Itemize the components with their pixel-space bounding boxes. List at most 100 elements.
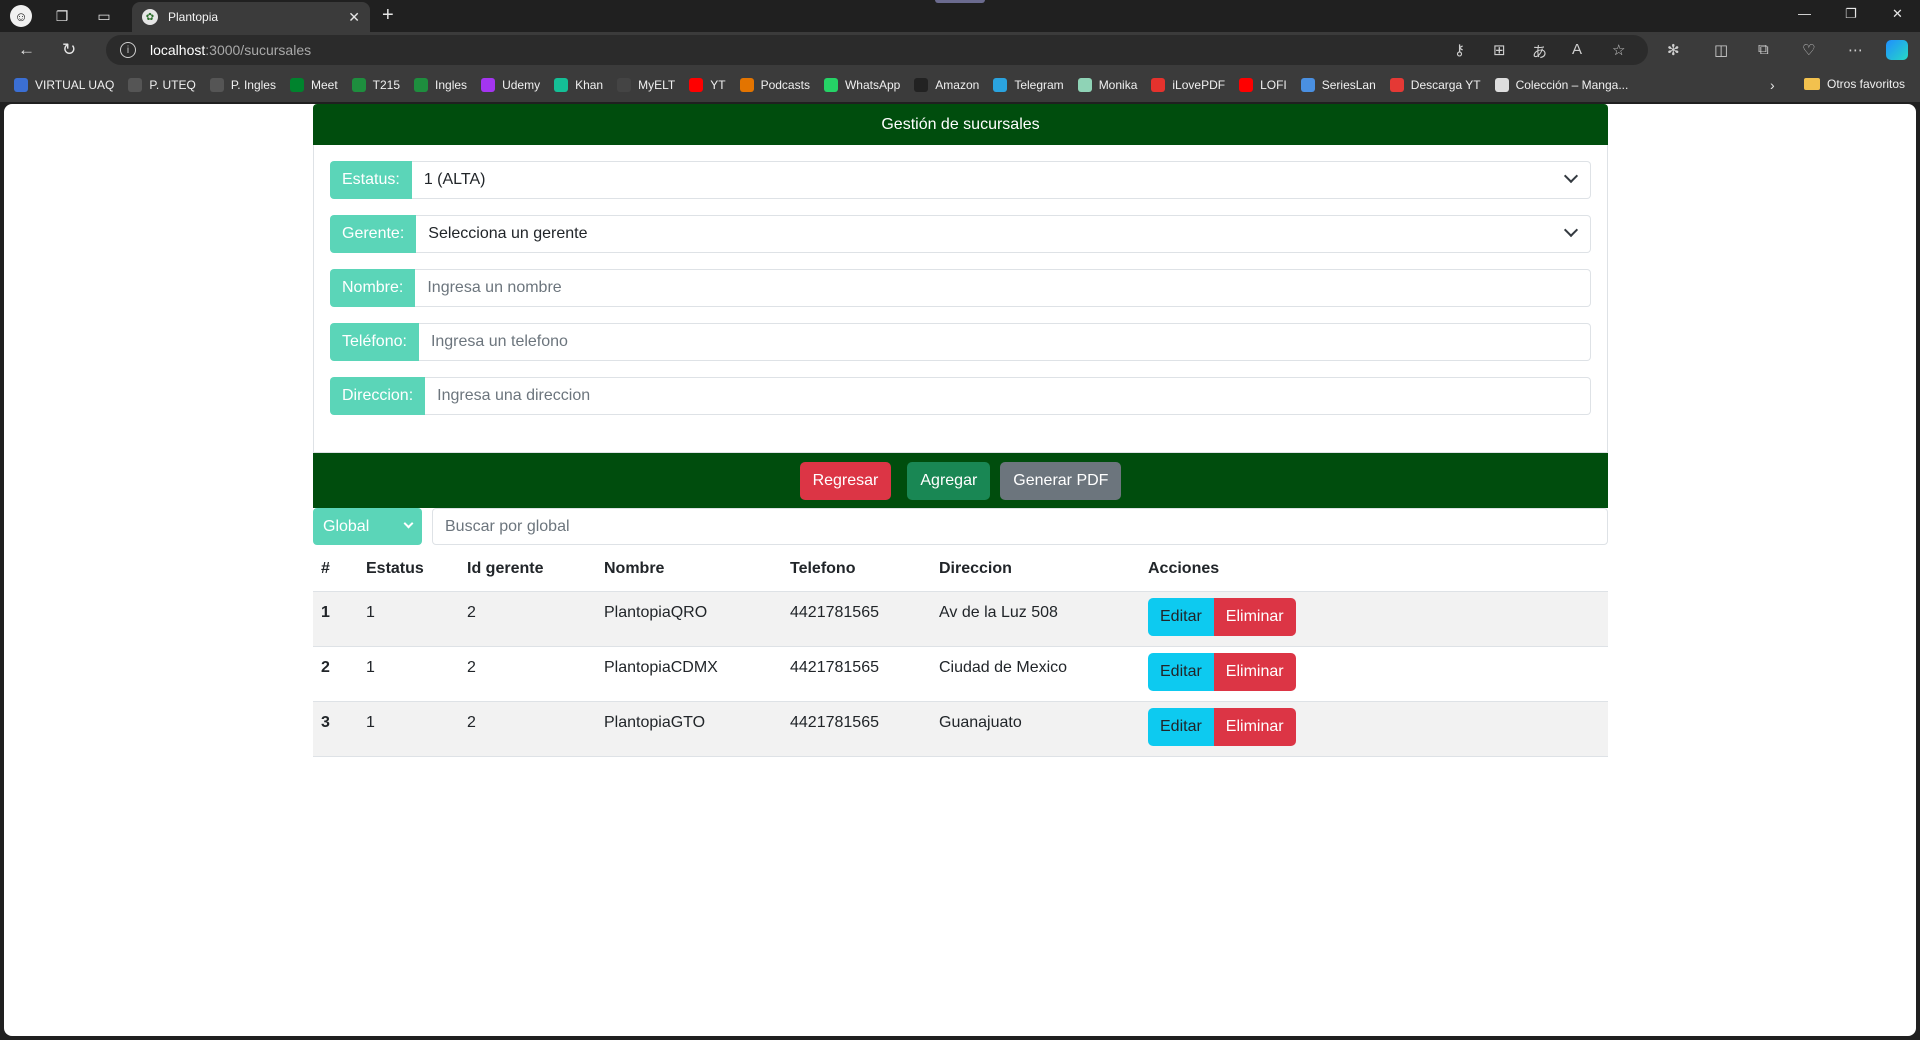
other-favorites-label: Otros favoritos [1827, 77, 1906, 91]
row-actions: Editar Eliminar [1140, 591, 1608, 647]
manager-select[interactable]: Selecciona un gerente [416, 215, 1591, 253]
add-button[interactable]: Agregar [907, 461, 991, 500]
site-info-icon[interactable]: i [120, 42, 136, 58]
back-icon[interactable]: ← [18, 40, 35, 60]
workspaces-icon[interactable]: ❐ [52, 6, 72, 26]
bookmark-item[interactable]: Descarga YT [1389, 78, 1481, 92]
restore-icon[interactable]: ❐ [1845, 6, 1857, 22]
extensions-icon[interactable]: ✻ [1667, 41, 1680, 59]
bookmark-item[interactable]: MyELT [617, 78, 675, 92]
bookmark-item[interactable]: Ingles [414, 78, 467, 92]
bookmark-label: Amazon [935, 78, 980, 92]
bookmark-item[interactable]: YT [689, 78, 726, 92]
bookmark-item[interactable]: Monika [1077, 78, 1138, 92]
bookmark-item[interactable]: Podcasts [739, 78, 810, 92]
row-action-group: Editar Eliminar [1148, 597, 1600, 636]
bookmark-label: Ingles [435, 78, 468, 92]
bookmark-item[interactable]: Colección – Manga... [1494, 78, 1628, 92]
bookmark-item[interactable]: LOFI [1239, 78, 1287, 92]
search-input[interactable]: Buscar por global [432, 508, 1608, 545]
uaq-icon [14, 78, 28, 92]
edit-button[interactable]: Editar [1148, 597, 1214, 636]
profile-avatar[interactable]: ☺ [10, 5, 32, 27]
row-address: Av de la Luz 508 [931, 591, 1140, 647]
bookmark-item[interactable]: T215 [351, 78, 400, 92]
translate-icon[interactable]: あ [1532, 41, 1547, 62]
generate-pdf-button[interactable]: Generar PDF [1000, 461, 1122, 500]
phone-input[interactable]: Ingresa un telefono [418, 323, 1591, 361]
row-number: 2 [313, 646, 358, 702]
close-tab-icon[interactable]: ✕ [348, 9, 360, 26]
address-input[interactable]: Ingresa una direccion [425, 377, 1591, 415]
bookmark-label: Podcasts [760, 78, 810, 92]
back-button[interactable]: Regresar [799, 461, 892, 500]
apps-icon[interactable]: ⊞ [1493, 41, 1506, 59]
bookmark-item[interactable]: P. UTEQ [128, 78, 196, 92]
favorite-star-icon[interactable]: ☆ [1612, 41, 1625, 59]
collections-icon[interactable]: ⧉ [1758, 41, 1769, 58]
tab-actions-icon[interactable]: ▭ [94, 6, 114, 26]
delete-button[interactable]: Eliminar [1213, 597, 1296, 636]
bookmark-item[interactable]: Khan [554, 78, 603, 92]
refresh-icon[interactable]: ↻ [62, 40, 76, 60]
page-title: Gestión de sucursales [881, 115, 1040, 133]
key-icon[interactable]: ⚷ [1454, 41, 1465, 59]
bookmark-item[interactable]: Meet [289, 78, 338, 92]
row-status: 1 [358, 701, 459, 757]
read-aloud-icon[interactable]: A [1572, 41, 1582, 58]
bookmark-item[interactable]: P. Ingles [209, 78, 276, 92]
new-tab-icon[interactable]: + [382, 4, 394, 27]
table-row: 2 1 2 PlantopiaCDMX 4421781565 Ciudad de Mexi… [313, 646, 1608, 702]
bookmark-label: Telegram [1014, 78, 1064, 92]
khan-icon [554, 78, 569, 92]
name-label: Nombre: [330, 269, 416, 307]
address-group: Direccion: Ingresa una direccion [330, 377, 1591, 415]
edit-button[interactable]: Editar [1148, 652, 1214, 691]
more-menu-icon[interactable]: ⋯ [1848, 41, 1863, 59]
myelt-icon [617, 78, 632, 92]
bookmark-label: Monika [1098, 78, 1138, 92]
close-window-icon[interactable]: ✕ [1892, 6, 1903, 22]
bookmark-item[interactable]: WhatsApp [823, 78, 900, 92]
row-manager-id: 2 [459, 591, 596, 647]
address-bar[interactable]: i localhost:3000/sucursales [106, 35, 1648, 65]
search-filter-select[interactable]: Global [313, 508, 422, 545]
row-phone: 4421781565 [782, 646, 931, 702]
header-col-name: Nombre [596, 548, 782, 592]
other-favorites[interactable]: Otros favoritos [1804, 77, 1905, 91]
telegram-icon [993, 78, 1008, 92]
bookmark-item[interactable]: Amazon [914, 78, 979, 92]
bookmark-item[interactable]: SeriesLan [1300, 78, 1376, 92]
bookmark-item[interactable]: VIRTUAL UAQ [14, 78, 114, 92]
card-header: Gestión de sucursales [313, 104, 1608, 145]
header-col-address: Direccion [931, 548, 1140, 592]
status-label: Estatus: [330, 161, 412, 199]
phone-group: Teléfono: Ingresa un telefono [330, 323, 1591, 361]
bookmark-label: Khan [575, 78, 604, 92]
bookmark-label: P. UTEQ [149, 78, 196, 92]
window-drag-indicator [935, 0, 985, 3]
manga-icon [1494, 78, 1509, 92]
browser-tab-active[interactable]: ✿ Plantopia ✕ [132, 2, 370, 32]
browser-toolbar: ← ↻ i localhost:3000/sucursales ⚷ ⊞ あ A … [0, 32, 1920, 68]
bookmarks-overflow-icon[interactable]: › [1770, 77, 1775, 93]
url-path: :3000/sucursales [205, 42, 312, 58]
edit-button[interactable]: Editar [1148, 707, 1214, 746]
bookmark-item[interactable]: iLovePDF [1151, 78, 1225, 92]
classroom-icon [351, 78, 366, 92]
youtube-icon [1239, 78, 1254, 92]
copilot-icon[interactable] [1886, 40, 1908, 60]
bookmark-item[interactable]: Telegram [993, 78, 1064, 92]
name-input[interactable]: Ingresa un nombre [415, 269, 1591, 307]
page-viewport: Gestión de sucursales Estatus: 1 (ALTA) … [4, 104, 1916, 1036]
minimize-icon[interactable]: — [1798, 6, 1811, 21]
bookmark-item[interactable]: Udemy [481, 78, 540, 92]
delete-button[interactable]: Eliminar [1213, 652, 1296, 691]
status-select[interactable]: 1 (ALTA) [411, 161, 1591, 199]
meet-icon [289, 78, 304, 92]
split-screen-icon[interactable]: ◫ [1714, 41, 1728, 59]
delete-button[interactable]: Eliminar [1213, 707, 1296, 746]
udemy-icon [481, 78, 496, 92]
browser-essentials-icon[interactable]: ♡ [1802, 41, 1815, 59]
bookmark-label: Udemy [502, 78, 541, 92]
